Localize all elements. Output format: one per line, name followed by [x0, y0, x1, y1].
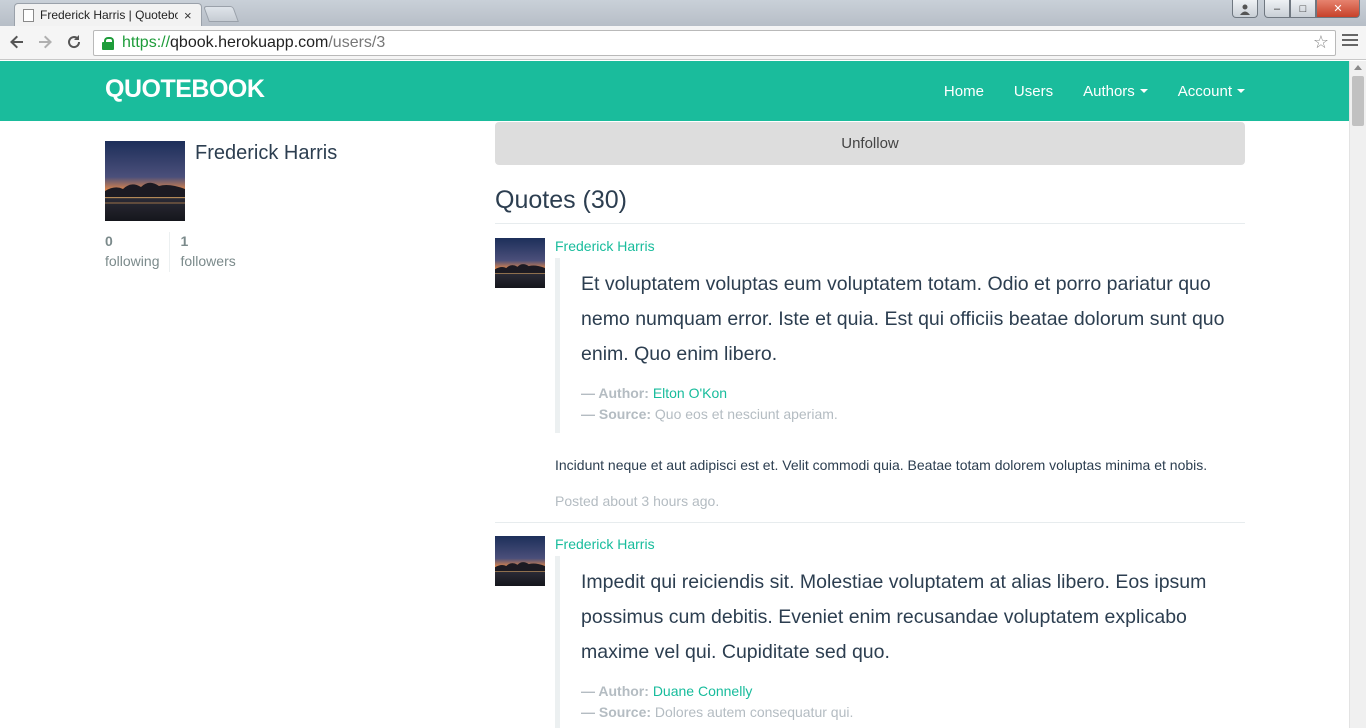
page-scrollbar[interactable] [1349, 61, 1366, 728]
address-bar[interactable]: https://qbook.herokuapp.com/users/3 ☆ [93, 30, 1336, 56]
url-text: https://qbook.herokuapp.com/users/3 [122, 34, 386, 51]
scroll-thumb[interactable] [1352, 76, 1364, 126]
quote-author-line: — Author: Elton O'Kon [581, 383, 1245, 404]
post-user-link[interactable]: Frederick Harris [555, 238, 655, 254]
nav-home[interactable]: Home [944, 83, 984, 100]
author-link[interactable]: Elton O'Kon [653, 385, 727, 401]
quote-text: Et voluptatem voluptas eum voluptatem to… [581, 273, 1225, 365]
nav-account-label: Account [1177, 82, 1232, 100]
quote-blockquote: Impedit qui reiciendis sit. Molestiae vo… [555, 556, 1245, 728]
source-text: Quo eos et nesciunt aperiam. [654, 406, 838, 422]
source-prefix: — Source: [581, 704, 652, 720]
author-link[interactable]: Duane Connelly [653, 683, 753, 699]
nav-authors-label: Authors [1083, 82, 1135, 100]
quote-text: Impedit qui reiciendis sit. Molestiae vo… [581, 571, 1207, 663]
brand-logo[interactable]: QUOTEBOOK [105, 75, 265, 104]
nav-authors-dropdown[interactable]: Authors [1083, 83, 1148, 100]
tab-title: Frederick Harris | Quotebook [40, 8, 178, 22]
post-user-link[interactable]: Frederick Harris [555, 536, 655, 552]
browser-toolbar: https://qbook.herokuapp.com/users/3 ☆ [0, 26, 1366, 60]
caret-down-icon [1139, 89, 1148, 93]
divider [495, 522, 1245, 523]
user-profile-icon[interactable] [1232, 0, 1258, 18]
caret-down-icon [1237, 89, 1245, 93]
browser-tab[interactable]: Frederick Harris | Quotebook × [14, 3, 202, 26]
scroll-up-arrow-icon[interactable] [1354, 65, 1362, 70]
quote-author-line: — Author: Duane Connelly [581, 681, 1245, 702]
quote-blockquote: Et voluptatem voluptas eum voluptatem to… [555, 258, 1245, 433]
divider [495, 223, 1245, 224]
site-navbar: QUOTEBOOK Home Users Authors Account [0, 61, 1349, 121]
author-prefix: — Author: [581, 385, 649, 401]
quote-source-line: — Source: Quo eos et nesciunt aperiam. [581, 404, 1245, 425]
quote-source-line: — Source: Dolores autem consequatur qui. [581, 702, 1245, 723]
quote-meta: — Author: Elton O'Kon — Source: Quo eos … [581, 383, 1245, 425]
quote-meta: — Author: Duane Connelly — Source: Dolor… [581, 681, 1245, 723]
close-window-button[interactable]: ✕ [1316, 0, 1360, 18]
page-icon [23, 8, 34, 22]
profile-name: Frederick Harris [195, 142, 338, 164]
source-prefix: — Source: [581, 406, 652, 422]
post-avatar [495, 238, 545, 288]
bookmark-star-icon[interactable]: ☆ [1313, 32, 1329, 53]
followers-stat[interactable]: 1 followers [169, 232, 245, 272]
post-timestamp: Posted about 3 hours ago. [555, 493, 720, 509]
reload-icon[interactable] [63, 31, 85, 53]
tab-close-icon[interactable]: × [184, 8, 192, 23]
quotes-heading: Quotes (30) [495, 186, 628, 214]
following-stat[interactable]: 0 following [105, 232, 169, 272]
forward-arrow-icon[interactable] [34, 31, 56, 53]
followers-count: 1 [180, 233, 189, 249]
nav-users[interactable]: Users [1014, 83, 1053, 100]
window-controls: – □ ✕ [1232, 0, 1360, 18]
source-text: Dolores autem consequatur qui. [654, 704, 854, 720]
unfollow-button[interactable]: Unfollow [495, 122, 1245, 165]
post-avatar [495, 536, 545, 586]
profile-avatar [105, 141, 185, 221]
nav-links: Home Users Authors Account [914, 61, 1245, 121]
author-prefix: — Author: [581, 683, 649, 699]
nav-account-dropdown[interactable]: Account [1178, 83, 1245, 100]
minimize-button[interactable]: – [1264, 0, 1290, 18]
following-count: 0 [105, 233, 113, 249]
new-tab-button[interactable] [203, 6, 239, 22]
back-arrow-icon[interactable] [6, 31, 28, 53]
lock-icon [102, 37, 114, 50]
browser-titlebar: Frederick Harris | Quotebook × – □ ✕ [0, 0, 1366, 26]
maximize-button[interactable]: □ [1290, 0, 1316, 18]
browser-menu-icon[interactable] [1342, 34, 1358, 50]
post-body: Incidunt neque et aut adipisci est et. V… [555, 457, 1208, 473]
following-label: following [105, 253, 160, 269]
profile-stats: 0 following 1 followers [105, 232, 246, 272]
followers-label: followers [180, 253, 236, 269]
